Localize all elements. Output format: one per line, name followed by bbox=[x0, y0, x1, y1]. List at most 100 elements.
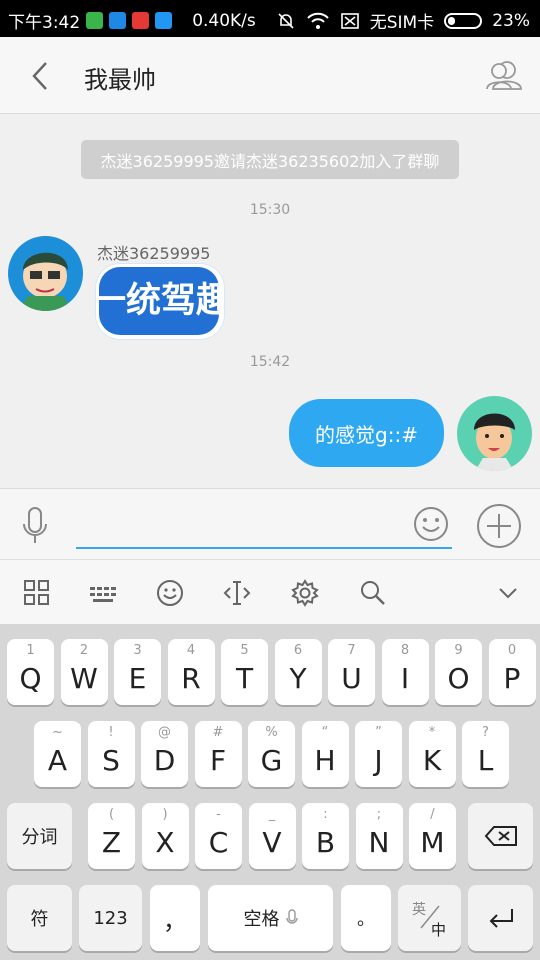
key-primary-label: C bbox=[208, 826, 229, 859]
key-label: 空格 bbox=[208, 885, 333, 951]
system-message: 杰迷36259995邀请杰迷36235602加入了群聊 bbox=[81, 140, 459, 179]
key-f[interactable]: # F bbox=[194, 721, 242, 787]
key-k[interactable]: * K bbox=[408, 721, 456, 787]
avatar[interactable] bbox=[8, 236, 83, 311]
key-o[interactable]: 9O bbox=[435, 639, 482, 705]
app-notification-icon bbox=[155, 12, 173, 29]
gear-icon[interactable] bbox=[290, 578, 320, 608]
key-label: 123 bbox=[93, 907, 128, 929]
key-enter[interactable] bbox=[468, 885, 533, 951]
microphone-icon[interactable] bbox=[20, 506, 50, 546]
key-primary-label: V bbox=[262, 826, 282, 859]
message-input[interactable] bbox=[76, 503, 452, 549]
key-primary-label: M bbox=[420, 826, 445, 859]
sticker-text: 一统驾趣 bbox=[99, 267, 219, 335]
key-z[interactable]: (Z bbox=[88, 803, 135, 869]
key-comma[interactable]: ， bbox=[150, 885, 200, 951]
app-notification-icon bbox=[109, 12, 127, 29]
key-label: ， bbox=[163, 906, 187, 935]
key-secondary-label: ; bbox=[376, 807, 382, 822]
key-secondary-label: 8 bbox=[400, 643, 410, 658]
key-primary-label: S bbox=[102, 744, 120, 777]
message-input-bar bbox=[0, 488, 540, 559]
key-i[interactable]: 8I bbox=[381, 639, 429, 705]
emoji-icon[interactable] bbox=[155, 578, 185, 608]
key-p[interactable]: 0P bbox=[488, 639, 536, 705]
key-label: 。 bbox=[357, 909, 375, 930]
space-label: 空格 bbox=[243, 909, 280, 930]
key-c[interactable]: -C bbox=[195, 803, 242, 869]
key-primary-label: H bbox=[314, 744, 336, 777]
key-secondary-label: / bbox=[430, 807, 435, 822]
key-a[interactable]: ~ A bbox=[34, 721, 81, 787]
key-b[interactable]: :B bbox=[302, 803, 349, 869]
no-sim-icon bbox=[340, 12, 359, 29]
key-secondary-label: ” bbox=[375, 725, 382, 740]
key-symbols[interactable]: 符 bbox=[7, 885, 72, 951]
key-v[interactable]: _ V bbox=[248, 803, 296, 869]
key-y[interactable]: 6Y bbox=[274, 639, 322, 705]
chevron-down-icon[interactable] bbox=[493, 578, 523, 608]
key-m[interactable]: / M bbox=[409, 803, 456, 869]
lang-label-zh: 中 bbox=[431, 921, 447, 939]
search-icon[interactable] bbox=[358, 578, 388, 608]
key-w[interactable]: 2W bbox=[60, 639, 108, 705]
key-n[interactable]: ; N bbox=[355, 803, 403, 869]
outgoing-message[interactable]: 的感觉g::# bbox=[289, 399, 444, 467]
key-t[interactable]: 5T bbox=[221, 639, 268, 705]
avatar[interactable] bbox=[457, 396, 532, 471]
key-language-switch[interactable]: 英 中 bbox=[398, 885, 461, 951]
key-q[interactable]: 1Q bbox=[7, 639, 54, 705]
key-label: 分词 bbox=[21, 827, 58, 848]
key-u[interactable]: 7U bbox=[328, 639, 375, 705]
status-bar: 下午3:42 0.40K/s 无SIM卡 23% bbox=[0, 0, 540, 37]
key-period[interactable]: 。 bbox=[341, 885, 391, 951]
key-primary-label: T bbox=[235, 662, 254, 695]
key-primary-label: Q bbox=[19, 662, 42, 695]
key-secondary-label: 0 bbox=[507, 643, 517, 658]
key-primary-label: O bbox=[447, 662, 470, 695]
key-secondary-label: 7 bbox=[347, 643, 356, 658]
mute-bell-icon bbox=[278, 12, 294, 29]
key-secondary-label: 3 bbox=[133, 643, 142, 658]
key-x[interactable]: ) X bbox=[141, 803, 189, 869]
cursor-move-icon[interactable] bbox=[222, 578, 252, 608]
key-l[interactable]: ? L bbox=[462, 721, 509, 787]
group-members-icon[interactable] bbox=[484, 59, 524, 91]
emoji-icon[interactable] bbox=[412, 505, 450, 543]
keyboard-icon[interactable] bbox=[88, 578, 118, 608]
key-j[interactable]: ” J bbox=[355, 721, 402, 787]
network-speed: 0.40K/s bbox=[192, 10, 256, 31]
backspace-icon bbox=[484, 826, 517, 846]
key-e[interactable]: 3E bbox=[114, 639, 161, 705]
key-secondary-label: 4 bbox=[186, 643, 196, 658]
key-space[interactable]: 空格 bbox=[208, 885, 333, 951]
key-secondary-label: “ bbox=[321, 725, 329, 740]
plus-icon[interactable] bbox=[476, 503, 522, 549]
key-primary-label: D bbox=[153, 744, 176, 777]
battery-level: 23% bbox=[492, 10, 530, 31]
key-secondary-label: @ bbox=[158, 725, 171, 740]
key-numbers[interactable]: 123 bbox=[79, 885, 142, 951]
key-s[interactable]: ! S bbox=[87, 721, 135, 787]
chevron-left-icon[interactable] bbox=[26, 59, 56, 93]
sticker-message[interactable]: 一统驾趣 bbox=[96, 264, 224, 339]
cartoon-avatar-icon bbox=[18, 252, 73, 311]
microphone-icon bbox=[285, 909, 298, 924]
key-r[interactable]: 4R bbox=[167, 639, 215, 705]
key-label: 符 bbox=[30, 909, 49, 930]
key-primary-label: I bbox=[400, 662, 410, 695]
sim-status: 无SIM卡 bbox=[369, 13, 435, 33]
key-d[interactable]: @ D bbox=[141, 721, 188, 787]
key-primary-label: N bbox=[368, 826, 390, 859]
key-primary-label: A bbox=[47, 744, 68, 777]
app-notification-icon bbox=[86, 12, 104, 29]
key-fenci[interactable]: 分词 bbox=[7, 803, 72, 869]
key-backspace[interactable] bbox=[468, 803, 533, 869]
grid-icon[interactable] bbox=[22, 578, 52, 608]
key-g[interactable]: % G bbox=[248, 721, 295, 787]
page-title: 我最帅 bbox=[84, 66, 156, 94]
status-time: 下午3:42 bbox=[8, 13, 81, 33]
key-h[interactable]: “H bbox=[301, 721, 349, 787]
key-primary-label: R bbox=[181, 662, 201, 695]
